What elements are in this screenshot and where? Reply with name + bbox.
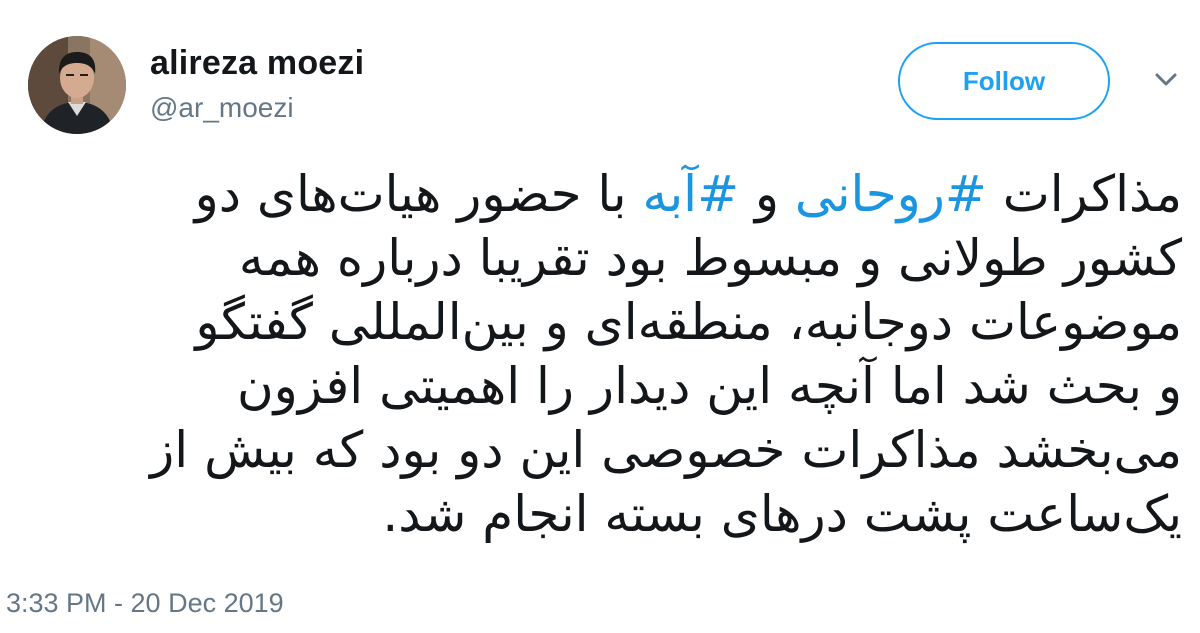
hashtag-link[interactable]: #آبه [642, 165, 739, 223]
tweet-text: مذاکرات #روحانی و #آبه با حضور هیات‌های … [22, 162, 1182, 546]
tweet-line: و بحث شد اما آنچه این دیدار را اهمیتی اف… [236, 357, 1182, 415]
tweet-text-segment: با حضور هیات‌های دو [194, 165, 643, 223]
user-handle[interactable]: @ar_moezi [150, 92, 294, 124]
tweet-line: یک‌ساعت پشت درهای بسته انجام شد. [382, 485, 1182, 543]
avatar[interactable] [28, 36, 126, 134]
tweet-card: alireza moezi @ar_moezi Follow مذاکرات #… [0, 0, 1200, 633]
tweet-line: مذاکرات #روحانی و #آبه با حضور هیات‌های … [22, 162, 1182, 226]
profile-photo [28, 36, 126, 134]
tweet-line: می‌بخشد مذاکرات خصوصی این دو بود که بیش … [150, 421, 1182, 479]
tweet-text-segment: مذاکرات [986, 165, 1182, 223]
follow-button[interactable]: Follow [898, 42, 1110, 120]
hashtag-link[interactable]: #روحانی [795, 165, 987, 223]
chevron-down-icon[interactable] [1152, 68, 1180, 92]
tweet-text-segment: و [738, 165, 795, 223]
tweet-line: کشور طولانی و مبسوط بود تقریبا درباره هم… [238, 229, 1182, 287]
timestamp-link[interactable]: 3:33 PM - 20 Dec 2019 [6, 588, 284, 619]
tweet-line: موضوعات دوجانبه، منطقه‌ای و بین‌المللی گ… [195, 293, 1182, 351]
display-name[interactable]: alireza moezi [150, 44, 364, 83]
